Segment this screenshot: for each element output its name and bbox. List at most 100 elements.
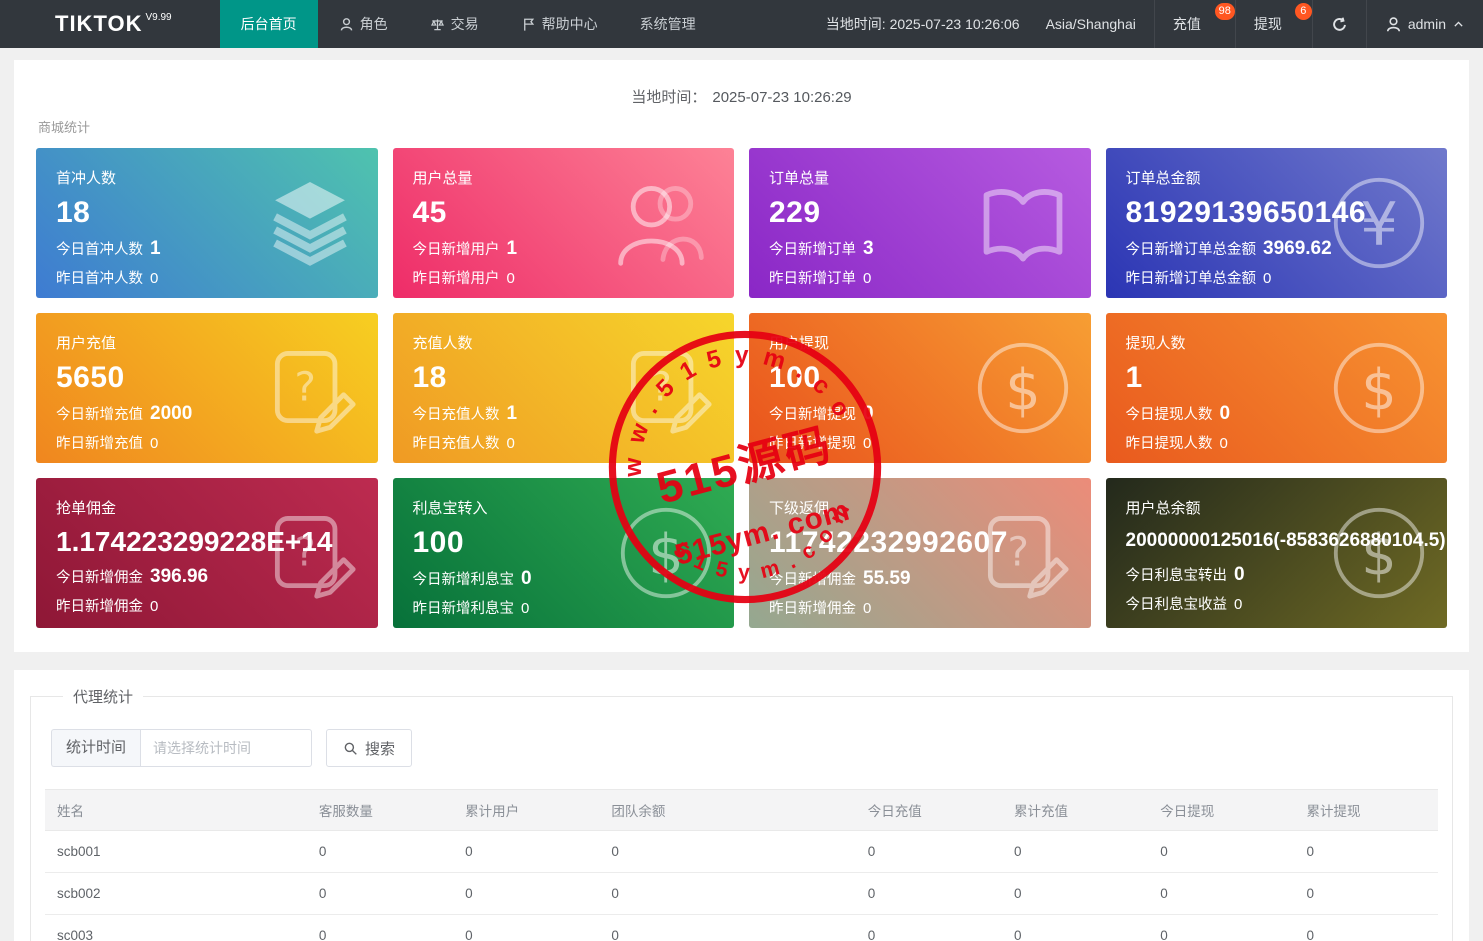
cell-value: 0 xyxy=(599,831,855,873)
card-today-value: 55.59 xyxy=(863,568,911,590)
agent-stats-fieldset: 代理统计 统计时间 搜索 姓名 客服数量 累计用户 团队余额 xyxy=(30,686,1453,941)
shop-stats-title: 商城统计 xyxy=(38,117,1469,136)
cell-value: 0 xyxy=(453,915,599,941)
logo-text: TIKTOK xyxy=(55,11,142,37)
card-today-label: 今日充值人数 xyxy=(413,403,500,424)
col-total-users: 累计用户 xyxy=(453,790,599,831)
navbar-timezone: Asia/Shanghai xyxy=(1028,0,1154,48)
cell-value: 0 xyxy=(1294,915,1438,941)
cell-value: 0 xyxy=(1148,873,1294,915)
stat-cards-grid: 首冲人数 18 今日首冲人数1 昨日首冲人数0 用户总量 45 今日新增用户1 … xyxy=(14,148,1469,628)
cell-value: 0 xyxy=(453,831,599,873)
card-today-value: 1 xyxy=(507,403,518,425)
layers-icon xyxy=(262,175,358,271)
page-local-time: 当地时间： 2025-07-23 10:26:29 xyxy=(14,78,1469,117)
card-yesterday-value: 0 xyxy=(863,435,871,452)
cell-name: scb001 xyxy=(45,831,307,873)
cell-value: 0 xyxy=(599,873,855,915)
card-yesterday-label: 昨日充值人数 xyxy=(413,432,500,453)
edit-note-icon xyxy=(262,505,358,601)
card-today-value: 0 xyxy=(1234,564,1245,586)
card-yesterday-value: 0 xyxy=(507,435,515,452)
col-today-recharge: 今日充值 xyxy=(856,790,1002,831)
username: admin xyxy=(1408,16,1446,32)
page-time-label: 当地时间： xyxy=(631,89,706,106)
local-time-value: 2025-07-23 10:26:06 xyxy=(890,16,1020,32)
search-icon xyxy=(343,741,358,756)
cell-value: 0 xyxy=(1002,873,1148,915)
stat-card-user-withdraw: 用户提现 100 今日新增提现0 昨日新增提现0 xyxy=(749,313,1091,463)
stat-card-sub-rebate: 下级返佣 11742232992607 今日新增佣金55.59 昨日新增佣金0 xyxy=(749,478,1091,628)
card-today-value: 2000 xyxy=(150,403,192,425)
card-today-label: 今日新增用户 xyxy=(413,238,500,259)
card-yesterday-value: 0 xyxy=(1220,435,1228,452)
shop-stats-panel: 当地时间：2025-07-23 10:26:29 商城统计 首冲人数 18 今日… xyxy=(14,60,1469,652)
card-today-value: 3 xyxy=(863,238,874,260)
cell-value: 0 xyxy=(453,873,599,915)
card-yesterday-value: 0 xyxy=(863,600,871,617)
local-time-label: 当地时间: xyxy=(826,14,886,34)
card-today-label: 今日新增提现 xyxy=(769,403,856,424)
chevron-up-icon xyxy=(1452,18,1465,31)
cell-value: 0 xyxy=(599,915,855,941)
col-name: 姓名 xyxy=(45,790,307,831)
cell-value: 0 xyxy=(307,873,453,915)
cell-value: 0 xyxy=(307,831,453,873)
user-menu[interactable]: admin xyxy=(1366,0,1483,48)
stat-card-total-order-amount: 订单总金额 81929139650146 今日新增订单总金额3969.62 昨日… xyxy=(1106,148,1448,298)
card-today-value: 0 xyxy=(521,568,532,590)
card-today-value: 1 xyxy=(150,238,161,260)
stat-time-label: 统计时间 xyxy=(51,729,140,767)
nav-item-home[interactable]: 后台首页 xyxy=(220,0,318,48)
dollar-circle-icon xyxy=(1331,505,1427,601)
card-yesterday-value: 0 xyxy=(1263,270,1271,287)
refresh-button[interactable] xyxy=(1312,0,1366,48)
dollar-circle-icon xyxy=(975,340,1071,436)
stat-card-withdraw-users: 提现人数 1 今日提现人数0 昨日提现人数0 xyxy=(1106,313,1448,463)
page-time-value: 2025-07-23 10:26:29 xyxy=(712,89,851,106)
withdraw-label: 提现 xyxy=(1254,14,1282,34)
nav-item-label: 系统管理 xyxy=(640,14,696,34)
withdraw-badge: 6 xyxy=(1295,3,1312,20)
cell-value: 0 xyxy=(307,915,453,941)
card-today-label: 今日利息宝转出 xyxy=(1126,564,1228,585)
agent-table: 姓名 客服数量 累计用户 团队余额 今日充值 累计充值 今日提现 累计提现 sc… xyxy=(45,789,1438,941)
card-today-label: 今日提现人数 xyxy=(1126,403,1213,424)
search-button[interactable]: 搜索 xyxy=(326,729,412,767)
card-yesterday-value: 0 xyxy=(521,600,529,617)
card-yesterday-value: 0 xyxy=(507,270,515,287)
card-yesterday-label: 昨日新增佣金 xyxy=(769,597,856,618)
person-icon xyxy=(339,17,354,32)
stat-card-user-total-balance: 用户总余额 20000000125016(-8583626880104.5) 今… xyxy=(1106,478,1448,628)
navbar-local-time: 当地时间: 2025-07-23 10:26:06 xyxy=(808,0,1028,48)
cell-value: 0 xyxy=(1002,915,1148,941)
card-today-value: 3969.62 xyxy=(1263,238,1332,260)
card-yesterday-value: 0 xyxy=(1234,596,1242,613)
nav-item-roles[interactable]: 角色 xyxy=(318,0,409,48)
card-yesterday-label: 昨日新增订单 xyxy=(769,267,856,288)
cell-value: 0 xyxy=(1148,915,1294,941)
cell-value: 0 xyxy=(856,873,1002,915)
stat-card-total-orders: 订单总量 229 今日新增订单3 昨日新增订单0 xyxy=(749,148,1091,298)
edit-note-icon xyxy=(618,340,714,436)
card-today-label: 今日新增订单总金额 xyxy=(1126,238,1257,259)
recharge-button[interactable]: 充值 98 xyxy=(1154,0,1235,48)
nav-item-system-management[interactable]: 系统管理 xyxy=(619,0,717,48)
withdraw-button[interactable]: 提现 6 xyxy=(1235,0,1312,48)
nav-item-help-center[interactable]: 帮助中心 xyxy=(500,0,619,48)
logo-version: V9.99 xyxy=(145,12,171,23)
stat-time-input[interactable] xyxy=(140,729,312,767)
edit-note-icon xyxy=(262,340,358,436)
nav-item-trade[interactable]: 交易 xyxy=(409,0,500,48)
card-yesterday-label: 昨日提现人数 xyxy=(1126,432,1213,453)
cell-value: 0 xyxy=(1148,831,1294,873)
card-yesterday-label: 昨日新增提现 xyxy=(769,432,856,453)
person-icon xyxy=(1385,16,1402,33)
table-header-row: 姓名 客服数量 累计用户 团队余额 今日充值 累计充值 今日提现 累计提现 xyxy=(45,790,1438,831)
card-yesterday-label: 昨日新增用户 xyxy=(413,267,500,288)
stat-card-user-recharge: 用户充值 5650 今日新增充值2000 昨日新增充值0 xyxy=(36,313,378,463)
cell-name: scb002 xyxy=(45,873,307,915)
refresh-icon xyxy=(1331,16,1348,33)
col-team-balance: 团队余额 xyxy=(599,790,855,831)
card-yesterday-value: 0 xyxy=(150,270,158,287)
